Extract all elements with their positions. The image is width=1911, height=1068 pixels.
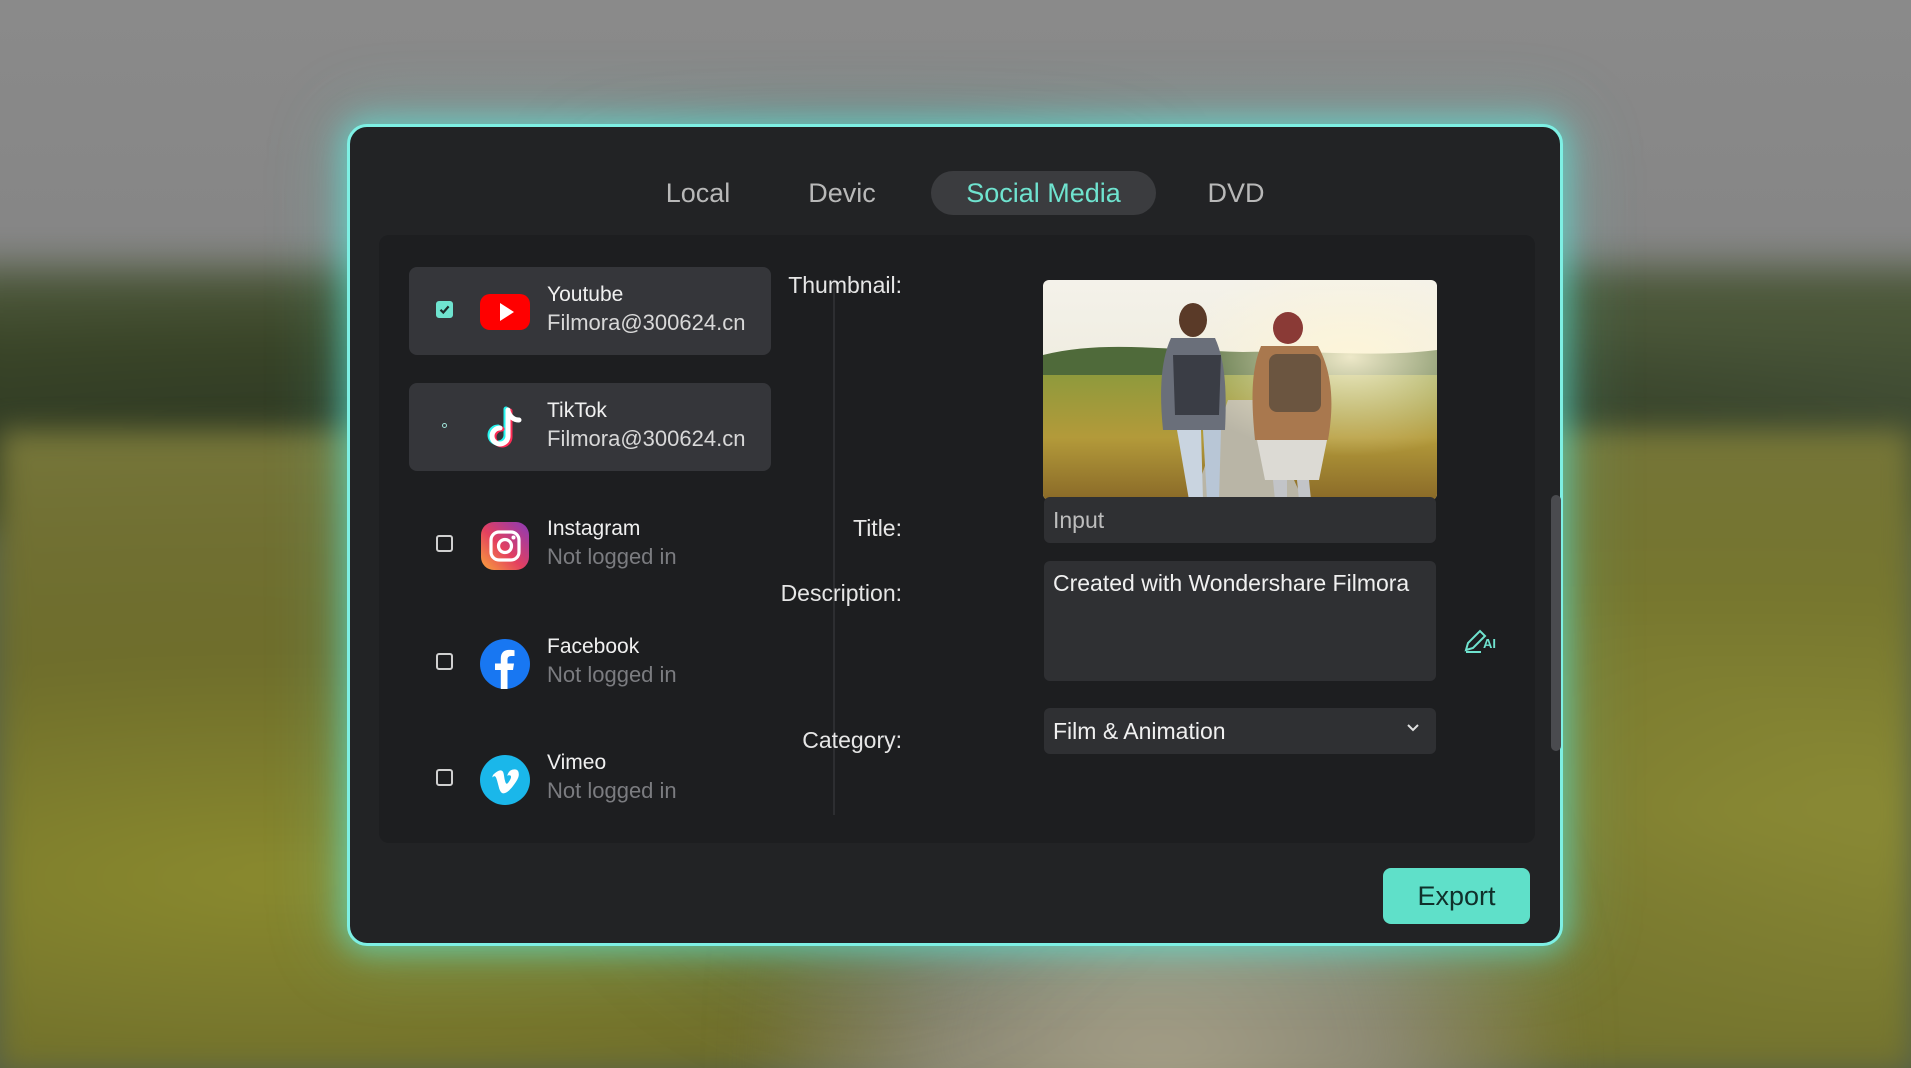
chevron-down-icon — [1407, 724, 1419, 732]
tab-dvd[interactable]: DVD — [1176, 171, 1296, 215]
title-label: Title: — [853, 515, 902, 541]
instagram-icon — [481, 522, 529, 570]
tab-social-media[interactable]: Social Media — [931, 171, 1156, 215]
facebook-icon — [480, 639, 530, 689]
description-label: Description: — [780, 580, 902, 606]
tiktok-checkbox[interactable] — [442, 423, 447, 428]
platform-status: Not logged in — [547, 662, 677, 687]
thumbnail-label: Thumbnail: — [788, 272, 902, 298]
platform-account: Filmora@300624.cn — [547, 426, 746, 451]
platform-item-tiktok[interactable]: TikTok Filmora@300624.cn — [409, 383, 771, 471]
tab-local[interactable]: Local — [638, 171, 758, 215]
platform-name: Youtube — [547, 283, 624, 306]
category-value: Film & Animation — [1053, 718, 1226, 744]
platform-name: TikTok — [547, 399, 607, 422]
title-input[interactable]: Input — [1044, 497, 1436, 543]
platform-name: Instagram — [547, 517, 641, 540]
ai-badge: AI — [1483, 636, 1496, 651]
social-media-panel: Youtube Filmora@300624.cn TikTok Filmora… — [379, 235, 1561, 843]
description-textarea[interactable]: Created with Wondershare Filmora — [1044, 561, 1436, 681]
thumbnail-preview[interactable] — [1043, 280, 1437, 500]
youtube-icon — [480, 294, 530, 330]
export-button[interactable]: Export — [1383, 868, 1530, 924]
ai-write-button[interactable]: AI — [1463, 625, 1501, 655]
platform-status: Not logged in — [547, 778, 677, 803]
platform-status: Not logged in — [547, 544, 677, 569]
youtube-checkbox[interactable] — [436, 301, 453, 318]
platform-item-facebook[interactable]: Facebook Not logged in — [409, 619, 771, 707]
thumbnail-image — [1043, 280, 1437, 500]
checkmark-icon — [439, 305, 450, 315]
export-tabs: Local Devic Social Media DVD — [350, 171, 1560, 215]
export-dialog: Local Devic Social Media DVD Youtube Fil… — [347, 124, 1563, 946]
tab-device[interactable]: Devic — [782, 171, 902, 215]
category-select[interactable]: Film & Animation — [1044, 708, 1436, 754]
facebook-checkbox[interactable] — [436, 653, 453, 670]
vimeo-checkbox[interactable] — [436, 769, 453, 786]
vimeo-icon — [480, 755, 530, 805]
instagram-checkbox[interactable] — [436, 535, 453, 552]
platform-account: Filmora@300624.cn — [547, 310, 746, 335]
platform-name: Vimeo — [547, 751, 607, 774]
platform-name: Facebook — [547, 635, 640, 658]
tiktok-icon — [487, 406, 522, 448]
category-label: Category: — [802, 727, 902, 753]
form-scrollbar[interactable] — [1551, 495, 1561, 751]
